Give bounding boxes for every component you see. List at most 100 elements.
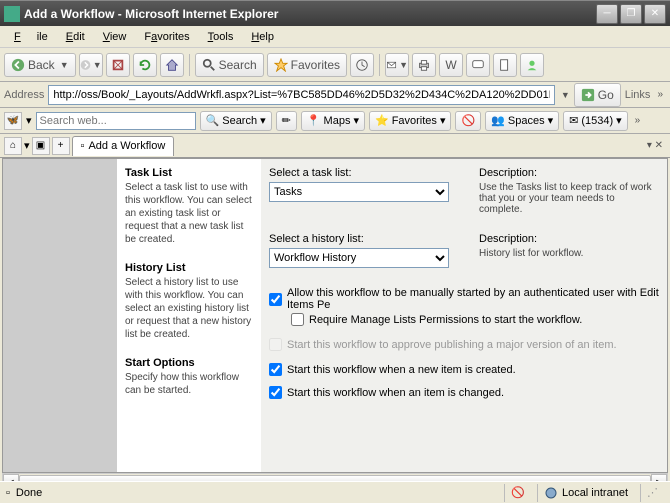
go-label: Go bbox=[598, 88, 614, 102]
startoptions-heading: Start Options bbox=[125, 357, 253, 369]
tab-home-icon[interactable]: ⌂ bbox=[4, 137, 22, 155]
tab-bar: ⌂ ▾ ▣ + ▫ Add a Workflow ▾ ✕ bbox=[0, 134, 670, 158]
discuss-button[interactable] bbox=[466, 53, 490, 77]
forward-button[interactable]: ▼ bbox=[79, 53, 103, 77]
tasklist-desc-label: Description: bbox=[479, 167, 659, 179]
menu-favorites[interactable]: Favorites bbox=[136, 29, 197, 45]
maximize-button[interactable]: ❐ bbox=[620, 4, 642, 24]
resize-grip[interactable]: ⋰ bbox=[640, 484, 664, 502]
links-label[interactable]: Links bbox=[625, 89, 651, 101]
history-button[interactable] bbox=[350, 53, 374, 77]
opt-item-changed-label: Start this workflow when an item is chan… bbox=[287, 387, 504, 399]
address-bar: Address ▼ Go Links » bbox=[0, 82, 670, 108]
tasklist-heading: Task List bbox=[125, 167, 253, 179]
opt-approve-publish-checkbox bbox=[269, 338, 282, 351]
section-descriptions: Task List Select a task list to use with… bbox=[117, 159, 261, 472]
status-done: Done bbox=[16, 487, 42, 499]
spaces-button[interactable]: 👥 Spaces ▾ bbox=[485, 111, 559, 131]
address-label: Address bbox=[4, 89, 44, 101]
tab-new-button[interactable]: + bbox=[52, 137, 70, 155]
back-arrow-icon bbox=[11, 58, 25, 72]
status-zone: Local intranet bbox=[562, 487, 628, 499]
startoptions-desc: Specify how this workflow can be started… bbox=[125, 371, 253, 397]
address-dropdown[interactable]: ▼ bbox=[561, 90, 570, 100]
word-button[interactable]: W bbox=[439, 53, 463, 77]
minimize-button[interactable]: ─ bbox=[596, 4, 618, 24]
content-area: Task List Select a task list to use with… bbox=[2, 158, 668, 473]
tasklist-select[interactable]: Tasks bbox=[269, 182, 449, 202]
forward-arrow-icon bbox=[80, 58, 91, 72]
stop-button[interactable] bbox=[106, 53, 130, 77]
historylist-select[interactable]: Workflow History bbox=[269, 248, 449, 268]
maps-button[interactable]: 📍 Maps ▾ bbox=[301, 111, 365, 131]
window-titlebar: Add a Workflow - Microsoft Internet Expl… bbox=[0, 0, 670, 26]
historylist-desc: Select a history list to use with this w… bbox=[125, 276, 253, 341]
tab-label: Add a Workflow bbox=[88, 140, 165, 152]
go-button[interactable]: Go bbox=[574, 83, 621, 107]
menu-help[interactable]: Help bbox=[243, 29, 282, 45]
opt-approve-publish-label: Start this workflow to approve publishin… bbox=[287, 339, 617, 351]
menu-tools[interactable]: Tools bbox=[200, 29, 242, 45]
research-icon bbox=[498, 58, 512, 72]
discuss-icon bbox=[471, 58, 485, 72]
opt-require-manage-checkbox[interactable] bbox=[291, 313, 304, 326]
messenger-button[interactable] bbox=[520, 53, 544, 77]
star-icon bbox=[274, 58, 288, 72]
tab-pin-icon[interactable]: ▣ bbox=[32, 137, 50, 155]
menu-bar: File Edit View Favorites Tools Help bbox=[0, 26, 670, 48]
mail-count: (1534) bbox=[581, 115, 613, 127]
search-overflow[interactable]: » bbox=[632, 115, 644, 126]
opt-manual-start-checkbox[interactable] bbox=[269, 293, 282, 306]
home-icon bbox=[165, 58, 179, 72]
msn-icon[interactable]: 🦋 bbox=[4, 112, 22, 130]
historylist-heading: History List bbox=[125, 262, 253, 274]
favorites-label: Favorites bbox=[291, 58, 340, 72]
block-button[interactable]: 🚫 bbox=[455, 111, 481, 131]
search-label: Search bbox=[219, 58, 257, 72]
opt-manual-start-label: Allow this workflow to be manually start… bbox=[287, 287, 659, 311]
research-button[interactable] bbox=[493, 53, 517, 77]
links-chevron[interactable]: » bbox=[654, 89, 666, 100]
back-label: Back bbox=[28, 58, 55, 72]
tasklist-select-label: Select a task list: bbox=[269, 167, 469, 179]
refresh-button[interactable] bbox=[133, 53, 157, 77]
opt-item-changed-checkbox[interactable] bbox=[269, 386, 282, 399]
favorites-button[interactable]: Favorites bbox=[267, 53, 347, 77]
stop-icon bbox=[111, 58, 125, 72]
historylist-select-label: Select a history list: bbox=[269, 233, 469, 245]
mail-icon bbox=[386, 58, 397, 72]
search-toolbar: 🦋 ▾ 🔍 Search ▾ ✏ 📍 Maps ▾ ⭐ Favorites ▾ … bbox=[0, 108, 670, 134]
search-button[interactable]: Search bbox=[195, 53, 264, 77]
intranet-icon bbox=[544, 486, 558, 500]
menu-edit[interactable]: Edit bbox=[58, 29, 93, 45]
mail-count-button[interactable]: ✉ (1534) ▾ bbox=[563, 111, 628, 131]
refresh-icon bbox=[138, 58, 152, 72]
status-bar: ▫ Done 🚫 Local intranet ⋰ bbox=[0, 481, 670, 503]
opt-new-item-checkbox[interactable] bbox=[269, 363, 282, 376]
mail-button[interactable]: ▼ bbox=[385, 53, 409, 77]
close-button[interactable]: ✕ bbox=[644, 4, 666, 24]
maps-label: Maps bbox=[324, 115, 351, 127]
historylist-desc-text: History list for workflow. bbox=[479, 248, 659, 259]
search-web-button[interactable]: 🔍 Search ▾ bbox=[200, 111, 272, 131]
form-area: Select a task list: Tasks Description: U… bbox=[261, 159, 667, 472]
favs-button[interactable]: ⭐ Favorites ▾ bbox=[369, 111, 451, 131]
menu-file[interactable]: File bbox=[6, 29, 56, 45]
back-button[interactable]: Back ▼ bbox=[4, 53, 76, 77]
menu-view[interactable]: View bbox=[95, 29, 135, 45]
address-input[interactable] bbox=[48, 85, 554, 105]
print-icon bbox=[417, 58, 431, 72]
home-button[interactable] bbox=[160, 53, 184, 77]
window-title: Add a Workflow - Microsoft Internet Expl… bbox=[24, 7, 596, 21]
status-popup-pane: 🚫 bbox=[504, 484, 531, 502]
ie-icon bbox=[4, 6, 20, 22]
opt-new-item-label: Start this workflow when a new item is c… bbox=[287, 364, 516, 376]
print-button[interactable] bbox=[412, 53, 436, 77]
search-web-label: Search bbox=[222, 115, 257, 127]
spaces-label: Spaces bbox=[508, 115, 545, 127]
tab-overflow[interactable]: ▾ ✕ bbox=[644, 140, 666, 151]
highlight-button[interactable]: ✏ bbox=[276, 111, 297, 131]
tasklist-desc-text: Use the Tasks list to keep track of work… bbox=[479, 182, 659, 215]
tab-add-workflow[interactable]: ▫ Add a Workflow bbox=[72, 136, 175, 156]
search-web-input[interactable] bbox=[36, 112, 196, 130]
